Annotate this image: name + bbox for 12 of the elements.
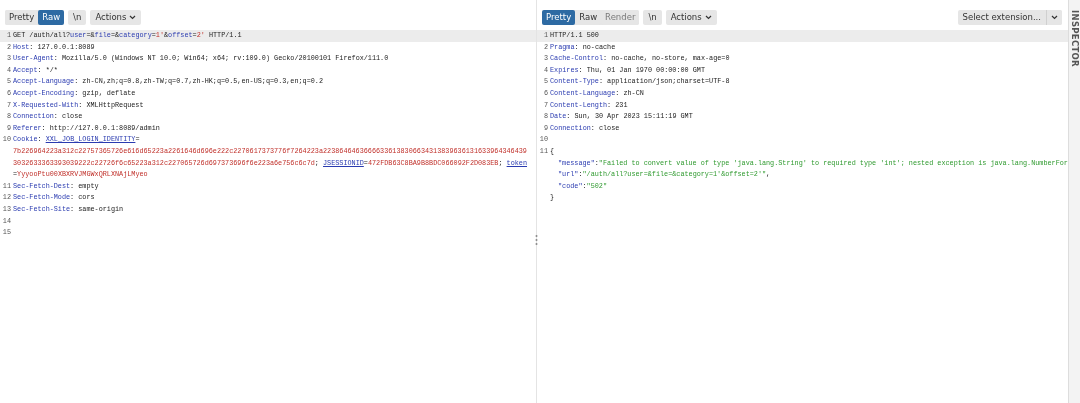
chevron-down-icon bbox=[129, 14, 137, 20]
view-tab[interactable]: Pretty bbox=[542, 9, 576, 25]
inspector-sidebar[interactable]: INSPECTOR bbox=[1068, 0, 1080, 403]
dropdown-button[interactable] bbox=[1046, 9, 1062, 25]
newline-toggle[interactable]: \n bbox=[643, 9, 662, 25]
actions-button[interactable]: Actions bbox=[90, 9, 142, 25]
actions-button[interactable]: Actions bbox=[665, 9, 717, 25]
extension-select[interactable]: Select extension... bbox=[957, 9, 1062, 25]
newline-toggle[interactable]: \n bbox=[68, 9, 87, 25]
view-tab[interactable]: Raw bbox=[38, 9, 65, 25]
chevron-down-icon bbox=[704, 14, 712, 20]
chevron-down-icon bbox=[1051, 14, 1058, 20]
